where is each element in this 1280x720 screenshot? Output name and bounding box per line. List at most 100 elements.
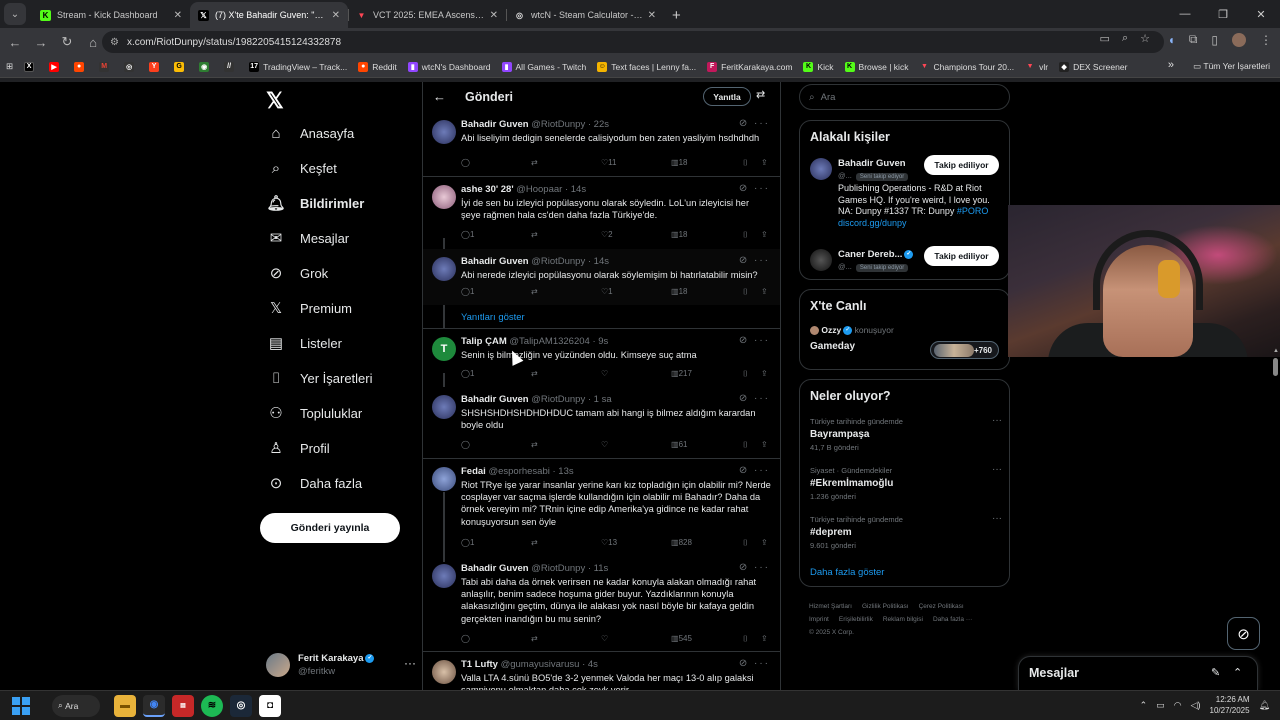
avatar[interactable] (432, 660, 456, 684)
retweet-icon[interactable]: ⇄ (531, 538, 538, 547)
avatar[interactable] (432, 395, 456, 419)
bookmark-star-icon[interactable]: ☆ (1140, 32, 1150, 45)
bookmark-feritkarakaya[interactable]: F FeritKarakaya.com (707, 61, 792, 72)
bookmark-icon[interactable]: ⌷ (743, 440, 748, 450)
author-name[interactable]: T1 Lufty (461, 659, 498, 670)
apps-icon[interactable]: ⊞ (6, 61, 13, 72)
all-bookmarks-folder[interactable]: ▭ Tüm Yer İşaretleri (1193, 61, 1270, 72)
nav-communities[interactable]: ⚇ Topluluklar (266, 398, 362, 428)
trend-item[interactable]: Siyaset · Gündemdekiler #Ekremİmamoğlu 1… (810, 464, 1005, 501)
more-icon[interactable]: ··· (992, 415, 1002, 426)
bookmark-slashes[interactable]: // (224, 61, 238, 72)
tab-kick-dashboard[interactable]: K Stream - Kick Dashboard ✕ (32, 2, 190, 28)
tweet-time[interactable]: · 11s (588, 563, 608, 574)
bookmark-x[interactable]: X (24, 61, 38, 72)
tweet[interactable]: Bahadir Guven @RiotDunpy · 1 sa ⊘ ··· SH… (423, 387, 780, 459)
tab-steam-calculator[interactable]: ◎ wtcN - Steam Calculator - 7656 ✕ (506, 2, 664, 28)
avatar[interactable] (432, 185, 456, 209)
following-button[interactable]: Takip ediliyor (924, 246, 999, 266)
extension-icon[interactable]: ◖ (1168, 33, 1175, 47)
show-replies-link[interactable]: Yanıtları göster (461, 312, 525, 323)
monitor-icon[interactable]: ▭ (1156, 700, 1165, 711)
like-icon[interactable]: ♡ (601, 634, 608, 643)
author-handle[interactable]: @RiotDunpy (531, 256, 585, 267)
tab-x-post[interactable]: 𝕏 (7) X'te Bahadir Guven: "Shdhd ✕ (190, 2, 348, 28)
bookmark-icon[interactable]: ⌷ (743, 287, 748, 297)
like-icon[interactable]: ♡ (601, 440, 608, 449)
views-button[interactable]: ▥ 18 (671, 230, 687, 239)
search-input[interactable]: ⌕ Ara (799, 84, 1010, 110)
reply-icon[interactable]: ◯ (461, 440, 470, 449)
footer-link[interactable]: Çerez Politikası (919, 603, 964, 610)
tweet[interactable]: Bahadir Guven @RiotDunpy · 14s ⊘ ··· Abi… (423, 249, 780, 305)
views-button[interactable]: ▥ 61 (671, 440, 687, 449)
filter-icon[interactable]: ⇄ (756, 88, 765, 101)
bookmark-icon[interactable]: ⌷ (743, 230, 748, 240)
bookmark-dex[interactable]: ◆ DEX Screener (1059, 61, 1127, 72)
tray-overflow-icon[interactable]: ⌃ (1140, 700, 1148, 711)
grok-icon[interactable]: ⊘ (739, 118, 749, 129)
more-icon[interactable]: ··· (754, 118, 770, 129)
share-icon[interactable]: ⇪ (761, 230, 768, 239)
windows-start-icon[interactable] (12, 696, 30, 715)
space-title[interactable]: Gameday (810, 341, 855, 352)
footer-link[interactable]: Imprint (809, 616, 829, 623)
listeners-pill[interactable]: +760 (930, 341, 999, 359)
footer-link[interactable]: Gizlilik Politikası (862, 603, 909, 610)
wifi-icon[interactable]: ◠ (1174, 700, 1182, 711)
x-logo-icon[interactable]: 𝕏 (266, 88, 284, 114)
more-icon[interactable]: ··· (754, 335, 770, 346)
menu-icon[interactable]: ⋮ (1260, 33, 1272, 47)
bookmark-reddit[interactable]: ● Reddit (358, 61, 397, 72)
close-window-icon[interactable]: ✕ (1242, 8, 1280, 21)
tweet[interactable]: Bahadir Guven @RiotDunpy · 22s ⊘ ··· Abi… (423, 112, 780, 177)
bookmark-kick[interactable]: K Kick (803, 61, 834, 72)
footer-link[interactable]: Reklam bilgisi (883, 616, 923, 623)
share-icon[interactable]: ⇪ (761, 369, 768, 378)
grok-floating-button[interactable]: ⊘ (1227, 617, 1260, 650)
spotify-icon[interactable]: ≋ (201, 694, 223, 717)
views-button[interactable]: ▥ 545 (671, 634, 692, 643)
nav-profile[interactable]: ♙ Profil (266, 433, 329, 463)
share-icon[interactable]: ⇪ (761, 440, 768, 449)
bio-hashtag[interactable]: #PORO (957, 206, 989, 216)
author-handle[interactable]: @RiotDunpy (531, 563, 585, 574)
nav-notifications[interactable]: 🔔︎ Bildirimler (266, 188, 364, 218)
reply-button[interactable]: ◯ 1 (461, 287, 474, 296)
scrollbar-thumb[interactable] (1273, 358, 1278, 376)
more-icon[interactable]: ··· (754, 393, 770, 404)
reply-button[interactable]: ◯ 1 (461, 369, 474, 378)
avatar[interactable]: T (432, 337, 456, 361)
scroll-up-icon[interactable]: ▲ (1273, 348, 1279, 354)
author-name[interactable]: Bahadir Guven (461, 563, 529, 574)
bookmark-wtcn[interactable]: ▮ wtcN's Dashboard (407, 61, 491, 72)
bookmark-youtube[interactable]: ▶ (49, 61, 63, 72)
nav-grok[interactable]: ⊘ Grok (266, 258, 328, 288)
account-switcher[interactable]: Ferit Karakaya ✓ @feritkw ··· (266, 648, 416, 682)
cast-icon[interactable]: ▭ (1100, 32, 1110, 45)
bookmark-vlr[interactable]: ▼ vlr (1025, 62, 1048, 72)
author-name[interactable]: Bahadir Guven (461, 256, 529, 267)
messages-drawer[interactable]: Mesajlar ✎ ⌃ (1018, 656, 1258, 690)
tweet[interactable]: Bahadir Guven @RiotDunpy · 11s ⊘ ··· Tab… (423, 556, 780, 652)
author-handle[interactable]: @Hoopaar (516, 184, 562, 195)
retweet-icon[interactable]: ⇄ (531, 158, 538, 167)
close-tab-icon[interactable]: ✕ (490, 10, 498, 21)
nav-bookmarks[interactable]: ⌷ Yer İşaretleri (266, 363, 372, 393)
more-icon[interactable]: ··· (992, 513, 1002, 524)
bookmark-tradingview[interactable]: 17 TradingView – Track... (249, 61, 347, 72)
avatar[interactable] (432, 257, 456, 281)
tab-vlr[interactable]: ▼ VCT 2025: EMEA Ascension: Br ✕ (348, 2, 506, 28)
bookmark-gmail[interactable]: M (99, 61, 113, 72)
back-arrow-icon[interactable]: ← (433, 89, 446, 104)
trend-item[interactable]: Türkiye tarihinde gündemde Bayrampaşa 41… (810, 415, 1005, 452)
bookmark-icon[interactable]: ⌷ (743, 158, 748, 168)
close-tab-icon[interactable]: ✕ (332, 10, 340, 21)
retweet-icon[interactable]: ⇄ (531, 440, 538, 449)
nav-lists[interactable]: ▤ Listeler (266, 328, 342, 358)
more-icon[interactable]: ··· (754, 255, 770, 266)
like-button[interactable]: ♡ 11 (601, 158, 616, 167)
more-icon[interactable]: ··· (754, 465, 770, 476)
bookmarks-overflow-icon[interactable]: » (1168, 59, 1174, 71)
tab-search-button[interactable]: ⌄ (4, 3, 26, 25)
